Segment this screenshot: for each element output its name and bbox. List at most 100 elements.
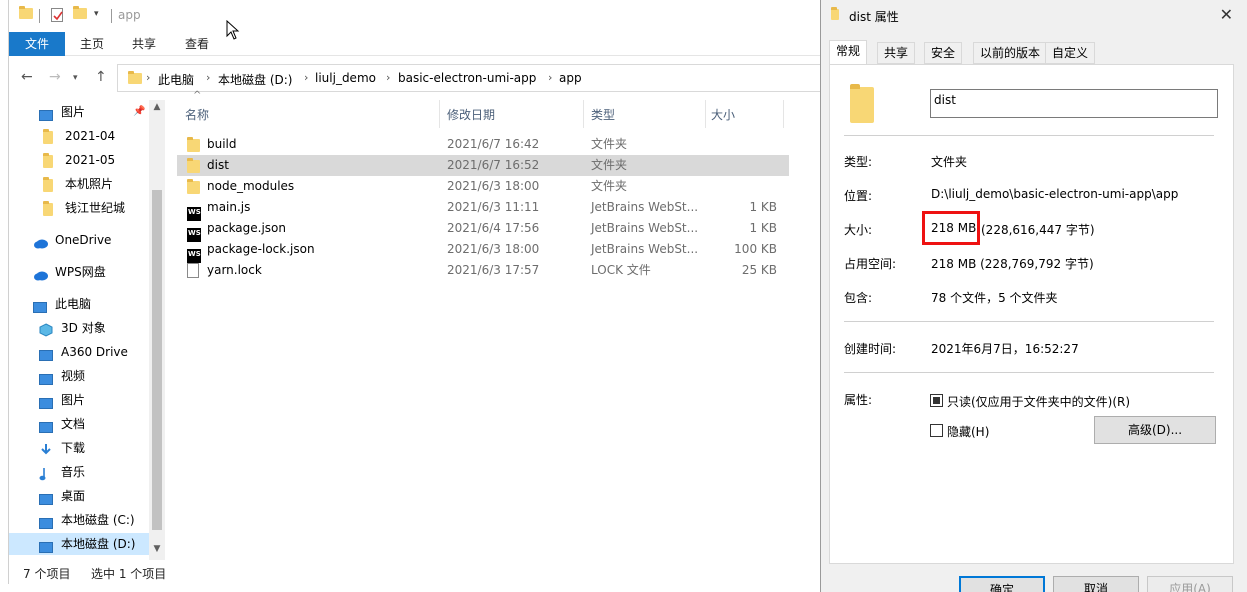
table-row[interactable]: WS package-lock.json 2021/6/3 18:00 JetBrai… <box>177 239 789 263</box>
forward-arrow-icon[interactable]: → <box>49 69 61 85</box>
sidebar-item[interactable]: 3D 对象 <box>9 317 149 339</box>
chevron-right-icon[interactable]: › <box>386 71 390 84</box>
pictures-icon <box>39 106 53 121</box>
sidebar-item[interactable]: OneDrive <box>9 229 149 251</box>
address-bar[interactable]: › 此电脑 › 本地磁盘 (D:) › liulj_demo › basic-e… <box>117 64 821 92</box>
chevron-right-icon[interactable]: › <box>206 71 210 84</box>
file-type: 文件夹 <box>591 179 628 193</box>
tab-file[interactable]: 文件 <box>9 32 65 56</box>
chevron-right-icon[interactable]: › <box>548 71 552 84</box>
table-row[interactable]: dist 2021/6/7 16:52 文件夹 <box>177 155 789 176</box>
sidebar-item[interactable]: 图片 📌 <box>9 101 149 123</box>
sidebar-item[interactable]: 本地磁盘 (D:) <box>9 533 149 555</box>
new-folder-icon[interactable] <box>73 6 87 22</box>
breadcrumb-basic-electron-umi-app[interactable]: basic-electron-umi-app <box>398 71 536 85</box>
file-name: package.json <box>207 221 287 235</box>
sidebar-item[interactable]: 文档 <box>9 413 149 435</box>
sidebar-item[interactable]: 2021-05 <box>9 149 149 171</box>
folder-name-input[interactable] <box>930 89 1218 118</box>
tab-security[interactable]: 安全 <box>924 42 963 64</box>
table-row[interactable]: node_modules 2021/6/3 18:00 文件夹 <box>177 176 789 197</box>
sidebar-item[interactable]: 图片 <box>9 389 149 411</box>
column-header-type[interactable]: 类型 <box>591 106 615 123</box>
scroll-up-icon[interactable]: ▲ <box>150 102 164 112</box>
scroll-down-icon[interactable]: ▼ <box>150 544 164 554</box>
table-row[interactable]: WS main.js 2021/6/3 11:11 JetBrains WebSt..… <box>177 197 789 221</box>
videos-icon <box>39 370 53 385</box>
ribbon-tabs: 文件 主页 共享 查看 <box>9 32 820 56</box>
contains-label: 包含: <box>844 291 873 305</box>
explorer-titlebar: ▾ app <box>9 0 820 32</box>
mouse-cursor-icon <box>226 20 240 40</box>
readonly-checkbox[interactable] <box>930 394 943 407</box>
hidden-checkbox[interactable] <box>930 424 943 437</box>
divider[interactable] <box>583 100 584 128</box>
tab-view[interactable]: 查看 <box>182 32 212 56</box>
readonly-label[interactable]: 只读(仅应用于文件夹中的文件)(R) <box>947 393 1130 410</box>
properties-icon[interactable] <box>51 8 63 22</box>
hidden-label[interactable]: 隐藏(H) <box>947 423 989 440</box>
type-label: 类型: <box>844 155 873 169</box>
sidebar-item[interactable]: 音乐 <box>9 461 149 483</box>
chevron-right-icon[interactable]: › <box>146 71 150 84</box>
cancel-button[interactable]: 取消 <box>1053 576 1139 592</box>
sidebar-item[interactable]: WPS网盘 <box>9 261 149 283</box>
sidebar-item[interactable]: A360 Drive <box>9 341 149 363</box>
generic-file-icon <box>187 263 199 285</box>
breadcrumb-liulj-demo[interactable]: liulj_demo <box>315 71 376 85</box>
up-arrow-icon[interactable]: ↑ <box>95 69 107 85</box>
close-icon[interactable]: ✕ <box>1220 5 1233 24</box>
apply-button[interactable]: 应用(A) <box>1147 576 1233 592</box>
breadcrumb-this-pc[interactable]: 此电脑 <box>158 71 194 88</box>
downloads-icon <box>39 442 53 455</box>
sidebar-item-label: 桌面 <box>61 489 86 503</box>
chevron-right-icon[interactable]: › <box>304 71 308 84</box>
sidebar-item-label: 此电脑 <box>55 297 92 311</box>
location-label: 位置: <box>844 189 873 203</box>
table-row[interactable]: build 2021/6/7 16:42 文件夹 <box>177 134 789 155</box>
customize-quick-access-icon[interactable]: ▾ <box>94 9 108 23</box>
divider <box>39 9 40 23</box>
divider[interactable] <box>705 100 706 128</box>
table-row[interactable]: yarn.lock 2021/6/3 17:57 LOCK 文件 25 KB <box>177 260 789 281</box>
file-name: yarn.lock <box>207 263 262 277</box>
column-header-size[interactable]: 大小 <box>711 106 735 123</box>
tab-previous-versions[interactable]: 以前的版本 <box>973 42 1048 64</box>
folder-icon[interactable] <box>19 6 33 22</box>
tab-share[interactable]: 共享 <box>129 32 159 56</box>
back-arrow-icon[interactable]: ← <box>21 69 33 85</box>
drive-c-icon <box>39 514 53 529</box>
sidebar-item[interactable]: 钱江世纪城 <box>9 197 149 219</box>
sidebar-item[interactable]: 桌面 <box>9 485 149 507</box>
sidebar-item[interactable]: 2021-04 <box>9 125 149 147</box>
desktop-icon <box>39 490 53 505</box>
table-row[interactable]: WS package.json 2021/6/4 17:56 JetBrains We… <box>177 218 789 242</box>
scrollbar-thumb[interactable] <box>152 190 162 530</box>
divider[interactable] <box>783 100 784 128</box>
sidebar-item[interactable]: 本地磁盘 (C:) <box>9 509 149 531</box>
recent-locations-chevron-icon[interactable]: ▾ <box>73 73 78 83</box>
ok-button[interactable]: 确定 <box>959 576 1045 592</box>
divider[interactable] <box>439 100 440 128</box>
sidebar-item[interactable]: 本机照片 <box>9 173 149 195</box>
pin-icon[interactable]: 📌 <box>133 101 145 123</box>
sidebar-item[interactable]: 下载 <box>9 437 149 459</box>
file-name: node_modules <box>207 179 295 193</box>
file-date: 2021/6/3 17:57 <box>447 263 540 277</box>
column-header-date[interactable]: 修改日期 <box>447 106 495 123</box>
sidebar-item-label: 钱江世纪城 <box>65 201 126 215</box>
sidebar-item-label: 本地磁盘 (C:) <box>61 513 135 527</box>
tab-sharing[interactable]: 共享 <box>877 42 916 64</box>
tab-customize[interactable]: 自定义 <box>1045 42 1096 64</box>
advanced-button[interactable]: 高级(D)... <box>1094 416 1216 444</box>
breadcrumb-drive-d[interactable]: 本地磁盘 (D:) <box>218 71 292 88</box>
column-header-name[interactable]: 名称 <box>185 106 209 123</box>
size-bytes-value: (228,616,447 字节) <box>981 223 1095 237</box>
tab-general[interactable]: 常规 <box>829 40 868 65</box>
breadcrumb-app[interactable]: app <box>559 71 582 85</box>
tab-home[interactable]: 主页 <box>77 32 107 56</box>
sidebar-item[interactable]: 此电脑 <box>9 293 149 315</box>
sidebar-item[interactable]: 视频 <box>9 365 149 387</box>
drive-d-icon <box>39 538 53 553</box>
file-name: dist <box>207 158 229 172</box>
